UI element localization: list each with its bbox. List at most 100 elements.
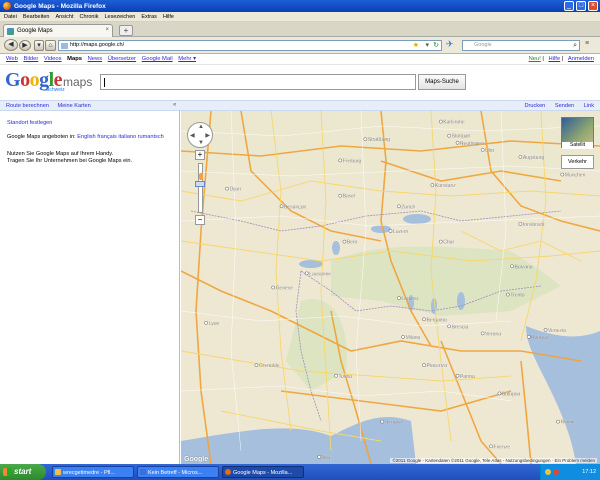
zoom-out-button[interactable]: − bbox=[195, 215, 205, 225]
city-label: Stuttgart bbox=[452, 134, 472, 140]
reload-icon[interactable]: ↻ bbox=[433, 41, 439, 51]
gbar-link-new[interactable]: Neu! bbox=[529, 56, 541, 62]
gbar-link-news[interactable]: News bbox=[88, 56, 103, 62]
my-maps-link[interactable]: Meine Karten bbox=[57, 103, 90, 109]
city-label: Bologna bbox=[502, 391, 521, 397]
menu-history[interactable]: Chronik bbox=[80, 14, 99, 20]
city-label: Bern bbox=[347, 240, 358, 246]
city-marker bbox=[518, 222, 523, 226]
windows-taskbar: start wrecgetimedre - Pfl... Kein Betref… bbox=[0, 464, 600, 480]
city-marker bbox=[447, 324, 452, 329]
city-label: Torino bbox=[339, 374, 353, 380]
taskbar-item-label: wrecgetimedre - Pfl... bbox=[63, 470, 115, 476]
business-line[interactable]: Tragen Sie Ihr Unternehmen bei Google Ma… bbox=[7, 158, 132, 164]
city-label: Besançon bbox=[284, 204, 306, 210]
city-label: Verona bbox=[485, 331, 501, 337]
google-nav-bar: Web Bilder Videos Maps News Übersetzer G… bbox=[0, 55, 600, 65]
forward-button[interactable]: ▶ bbox=[19, 40, 31, 51]
search-bar[interactable]: Google ⌕ bbox=[462, 40, 580, 51]
tray-icon[interactable] bbox=[553, 469, 559, 475]
bookmark-star-icon[interactable]: ★ bbox=[413, 41, 419, 51]
city-label: Lugano bbox=[401, 296, 418, 302]
map-tiles[interactable]: Karlsruhe Stuttgart Ulm Augsburg München Stra… bbox=[181, 111, 600, 464]
window-titlebar: Google Maps - Mozilla Firefox _ □ × bbox=[0, 0, 600, 12]
gbar-link-images[interactable]: Bilder bbox=[23, 56, 38, 62]
city-marker bbox=[438, 119, 443, 124]
menu-bookmarks[interactable]: Lesezeichen bbox=[104, 14, 135, 20]
menu-icon[interactable]: ≡ bbox=[585, 39, 589, 49]
maximize-button[interactable]: □ bbox=[576, 1, 586, 11]
send-link[interactable]: Senden bbox=[555, 103, 574, 109]
city-label: Reutlingen bbox=[460, 141, 484, 147]
menu-tools[interactable]: Extras bbox=[141, 14, 157, 20]
city-label: Luzern bbox=[393, 229, 409, 235]
city-label: Augsburg bbox=[523, 155, 545, 161]
url-bar[interactable]: http://maps.google.ch/ ★ ▾ ↻ bbox=[58, 40, 442, 51]
city-marker bbox=[338, 158, 343, 163]
new-tab-button[interactable]: + bbox=[119, 25, 133, 36]
gbar-link-signin[interactable]: Anmelden bbox=[568, 56, 594, 62]
mobile-line[interactable]: Nutzen Sie Google Maps auf Ihrem Handy. bbox=[7, 151, 113, 157]
minimize-button[interactable]: _ bbox=[564, 1, 574, 11]
menu-view[interactable]: Ansicht bbox=[55, 14, 73, 20]
bird-extension-icon[interactable]: ✈ bbox=[446, 39, 454, 49]
pegman-icon[interactable] bbox=[199, 173, 203, 180]
maps-search-button[interactable]: Maps-Suche bbox=[418, 74, 466, 90]
languages-links[interactable]: English français italiano rumantsch bbox=[77, 134, 163, 140]
route-link[interactable]: Route berechnen bbox=[6, 103, 49, 109]
back-button[interactable]: ◀ bbox=[4, 39, 18, 51]
maps-search-input[interactable] bbox=[100, 74, 416, 90]
city-label: Rimini bbox=[561, 420, 575, 426]
taskbar-item-2[interactable]: Kein Betreff - Micros... bbox=[137, 466, 219, 478]
history-dropdown-icon[interactable]: ▾ bbox=[34, 40, 44, 51]
city-marker bbox=[422, 363, 426, 368]
satellite-label[interactable]: Satellit bbox=[562, 142, 593, 149]
gbar-link-videos[interactable]: Videos bbox=[44, 56, 62, 62]
app-icon bbox=[55, 469, 61, 475]
link-link[interactable]: Link bbox=[584, 103, 594, 109]
search-placeholder: Google bbox=[474, 42, 492, 48]
city-label: Freiburg bbox=[343, 158, 362, 164]
dropdown-icon[interactable]: ▾ bbox=[425, 41, 429, 51]
city-marker bbox=[510, 264, 514, 269]
city-label: Piacenza bbox=[427, 363, 448, 369]
gbar-link-translate[interactable]: Übersetzer bbox=[108, 56, 136, 62]
taskbar-item-3[interactable]: Google Maps - Mozilla... bbox=[222, 466, 304, 478]
pan-control[interactable]: ▲ ▼ ◀ ▶ bbox=[187, 122, 213, 148]
menu-edit[interactable]: Bearbeiten bbox=[23, 14, 50, 20]
zoom-slider-knob[interactable] bbox=[195, 181, 205, 187]
city-marker bbox=[430, 183, 435, 187]
menu-file[interactable]: Datei bbox=[4, 14, 17, 20]
gbar-link-mail[interactable]: Google Mail bbox=[142, 56, 173, 62]
tray-icon[interactable] bbox=[545, 469, 551, 475]
logo-region: Schweiz bbox=[46, 87, 65, 93]
gbar-link-web[interactable]: Web bbox=[6, 56, 18, 62]
gbar-link-help[interactable]: Hilfe bbox=[549, 56, 561, 62]
traffic-button[interactable]: Verkehr bbox=[561, 155, 594, 169]
city-marker bbox=[279, 204, 284, 209]
home-icon[interactable]: ⌂ bbox=[45, 40, 56, 51]
collapse-panel-button[interactable]: « bbox=[173, 102, 176, 108]
map-copyright: ©2011 Google - Kartendaten ©2011 Google,… bbox=[390, 458, 597, 463]
firefox-icon bbox=[225, 469, 231, 475]
menu-help[interactable]: Hilfe bbox=[163, 14, 174, 20]
city-label: Chur bbox=[443, 240, 454, 246]
zoom-in-button[interactable]: + bbox=[195, 150, 205, 160]
city-label: Genova bbox=[385, 420, 403, 426]
close-window-button[interactable]: × bbox=[588, 1, 598, 11]
taskbar-item-1[interactable]: wrecgetimedre - Pfl... bbox=[52, 466, 134, 478]
city-marker bbox=[380, 419, 384, 424]
search-icon[interactable]: ⌕ bbox=[573, 41, 577, 51]
map-canvas[interactable]: Karlsruhe Stuttgart Ulm Augsburg München Stra… bbox=[181, 111, 600, 464]
start-button[interactable]: start bbox=[0, 464, 46, 480]
print-link[interactable]: Drucken bbox=[524, 103, 545, 109]
city-marker bbox=[455, 373, 460, 378]
gbar-right-links: Neu! | Hilfe | Anmelden bbox=[528, 56, 594, 62]
tab-google-maps[interactable]: Google Maps × bbox=[3, 24, 113, 37]
set-location-link[interactable]: Standort festlegen bbox=[7, 120, 52, 126]
zoom-slider[interactable] bbox=[198, 163, 203, 213]
close-tab-icon[interactable]: × bbox=[105, 27, 109, 33]
gbar-link-more[interactable]: Mehr ▾ bbox=[178, 56, 196, 62]
clock: 17:12 bbox=[582, 469, 596, 475]
city-label: Trento bbox=[510, 293, 524, 299]
